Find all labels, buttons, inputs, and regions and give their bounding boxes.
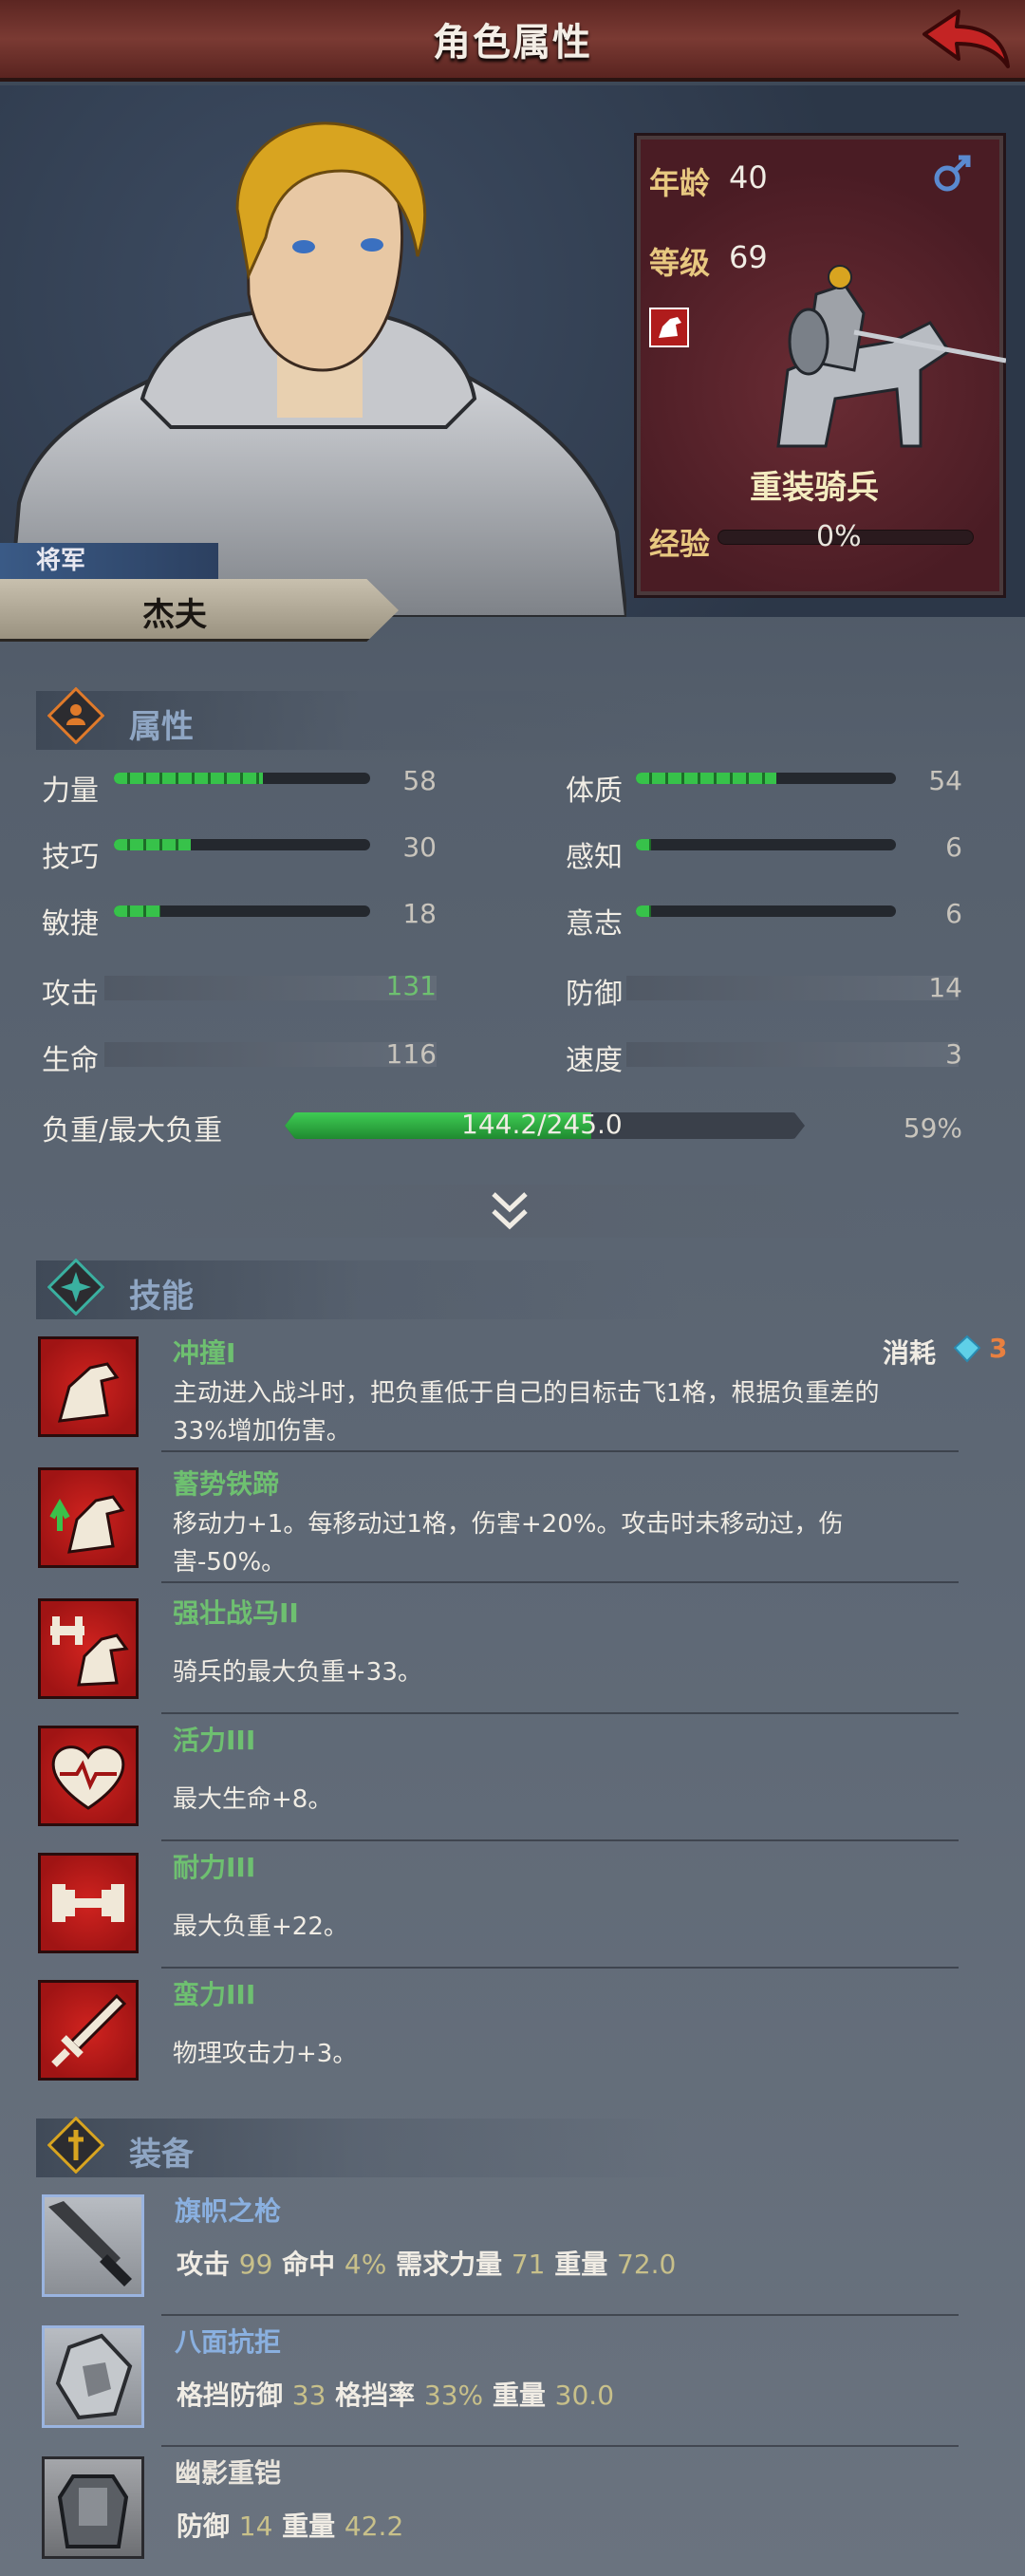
rank-label: 将军 [0, 543, 218, 579]
life-value: 116 [385, 1038, 437, 1070]
horse-boost-icon[interactable] [38, 1467, 139, 1568]
equipment-icon [47, 2117, 104, 2174]
constitution-value: 54 [928, 765, 962, 796]
agility-value: 18 [402, 898, 437, 929]
male-icon [934, 155, 971, 192]
divider [161, 1450, 959, 1452]
horse-charge-icon[interactable] [38, 1336, 139, 1437]
will-label: 意志 [566, 907, 623, 941]
horse-weight-icon[interactable] [38, 1598, 139, 1699]
skill-desc-4: 最大生命+8。 [173, 1785, 333, 1814]
skill-name-5: 耐力III [173, 1852, 256, 1883]
age-value: 40 [729, 159, 768, 196]
skill-name-4: 活力III [173, 1725, 256, 1756]
will-bar [636, 905, 896, 917]
equip-name-3: 幽影重铠 [175, 2457, 282, 2489]
defense-label: 防御 [566, 978, 623, 1011]
skill-value: 30 [402, 831, 437, 863]
skill-label: 技巧 [42, 841, 99, 874]
cost-value: 3 [989, 1333, 1008, 1364]
top-bar: 角色属性 [0, 0, 1025, 82]
constitution-bar [636, 773, 896, 784]
load-value: 144.2/245.0 [461, 1109, 623, 1140]
divider [161, 2314, 959, 2316]
divider [161, 1581, 959, 1583]
exp-value: 0% [816, 520, 862, 553]
hero-name: 杰夫 [142, 596, 207, 634]
speed-value: 3 [945, 1038, 962, 1070]
skill-name-3: 强壮战马II [173, 1597, 299, 1629]
load-label: 负重/最大负重 [42, 1114, 223, 1148]
skills-icon [47, 1259, 104, 1316]
attributes-icon [47, 687, 104, 744]
unit-class-name: 重装骑兵 [750, 469, 879, 507]
equip-stats-1: 攻击 99 命中 4% 需求力量 71 重量 72.0 [177, 2249, 677, 2280]
heart-icon[interactable] [38, 1726, 139, 1826]
double-chevron-down-icon[interactable] [486, 1188, 533, 1234]
agility-bar [114, 905, 370, 917]
equip-stats-2: 格挡防御 33 格挡率 33% 重量 30.0 [177, 2380, 615, 2411]
cost-label: 消耗 [883, 1337, 937, 1369]
skill-desc-5: 最大负重+22。 [173, 1913, 348, 1941]
divider [161, 2445, 959, 2447]
equip-stats-3: 防御 14 重量 42.2 [177, 2511, 404, 2542]
age-label: 年龄 [649, 165, 711, 201]
skill-name-6: 蛮力III [173, 1979, 256, 2010]
level-label: 等级 [649, 245, 711, 281]
constitution-label: 体质 [566, 775, 623, 808]
armor-icon[interactable] [42, 2456, 144, 2559]
life-label: 生命 [42, 1044, 99, 1077]
skill-name-1: 冲撞I [173, 1337, 236, 1369]
attack-value: 131 [385, 970, 437, 1001]
divider [161, 1839, 959, 1841]
back-arrow-icon[interactable] [917, 6, 1012, 74]
attack-label: 攻击 [42, 978, 99, 1011]
skills-title: 技能 [129, 1278, 194, 1316]
strength-label: 力量 [42, 775, 99, 808]
perception-label: 感知 [566, 841, 623, 874]
dumbbell-icon[interactable] [38, 1853, 139, 1953]
will-value: 6 [945, 898, 962, 929]
shield-icon[interactable] [42, 2325, 144, 2428]
skill-desc-6: 物理攻击力+3。 [173, 2040, 358, 2068]
strength-value: 58 [402, 765, 437, 796]
speed-label: 速度 [566, 1044, 623, 1077]
equipment-title: 装备 [129, 2136, 194, 2174]
perception-bar [636, 839, 896, 850]
defense-value: 14 [928, 972, 962, 1003]
divider [161, 1712, 959, 1714]
equip-name-1: 旗帜之枪 [175, 2195, 282, 2227]
agility-label: 敏捷 [42, 907, 99, 941]
load-percent: 59% [903, 1112, 962, 1144]
sword-icon[interactable] [38, 1980, 139, 2081]
cavalry-badge-icon [649, 308, 689, 347]
heavy-cavalry-sprite [776, 265, 1006, 448]
lance-icon[interactable] [42, 2194, 144, 2297]
strength-bar [114, 773, 370, 784]
skill-desc-1: 主动进入战斗时，把负重低于自己的目标击飞1格，根据负重差的33%增加伤害。 [173, 1379, 880, 1446]
diamond-icon [953, 1335, 981, 1363]
attributes-title: 属性 [129, 708, 194, 746]
skill-desc-3: 骑兵的最大负重+33。 [173, 1658, 422, 1687]
page-title: 角色属性 [433, 21, 592, 65]
hero-portrait [7, 121, 626, 617]
skill-desc-2: 移动力+1。每移动过1格，伤害+20%。攻击时未移动过，伤害-50%。 [173, 1510, 844, 1577]
skill-bar [114, 839, 370, 850]
skill-name-2: 蓄势铁蹄 [173, 1468, 280, 1500]
equip-name-2: 八面抗拒 [175, 2326, 282, 2358]
divider [161, 1967, 959, 1969]
exp-label: 经验 [649, 526, 711, 562]
perception-value: 6 [945, 831, 962, 863]
